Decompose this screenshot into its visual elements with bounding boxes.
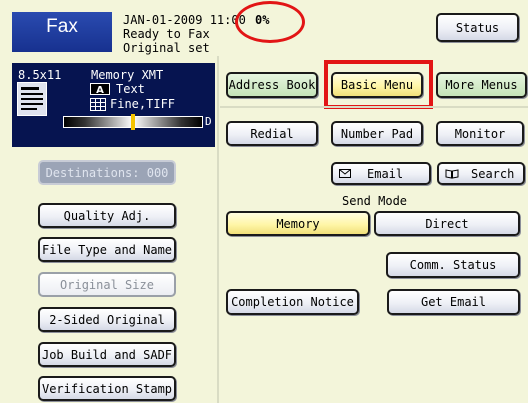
- envelope-icon: [339, 169, 351, 178]
- send-mode-direct-button[interactable]: Direct: [374, 211, 520, 236]
- svg-text:A: A: [96, 85, 104, 94]
- search-button[interactable]: Search: [437, 162, 525, 185]
- basic-menu-highlight-box: [324, 60, 433, 109]
- quality-adj-button[interactable]: Quality Adj.: [38, 203, 176, 228]
- comm-status-button[interactable]: Comm. Status: [386, 252, 520, 278]
- contrast-marker: [131, 114, 135, 130]
- panel-divider: [217, 56, 219, 403]
- two-sided-original-button[interactable]: 2-Sided Original: [38, 307, 176, 332]
- verification-stamp-button[interactable]: Verification Stamp: [38, 376, 176, 401]
- email-button[interactable]: Email: [331, 162, 431, 185]
- resolution: Fine,TIFF: [110, 97, 176, 111]
- completion-notice-button[interactable]: Completion Notice: [226, 289, 359, 315]
- fax-screen: Fax JAN-01-2009 11:00 0% Ready to Fax Or…: [0, 0, 528, 403]
- status-button[interactable]: Status: [436, 13, 519, 42]
- tab-address-book[interactable]: Address Book: [226, 72, 318, 98]
- paper-size: 8.5x11: [18, 68, 62, 82]
- memory-mode: Memory XMT: [91, 68, 164, 82]
- status-line-ready: Ready to Fax: [123, 27, 210, 41]
- date-time: JAN-01-2009 11:00: [123, 13, 246, 27]
- text-mode-icon: A: [90, 83, 110, 95]
- resolution-grid-icon: [90, 98, 106, 111]
- get-email-button[interactable]: Get Email: [387, 289, 520, 315]
- destinations-button[interactable]: Destinations: 000: [38, 160, 176, 185]
- status-line-original: Original set: [123, 41, 210, 55]
- original-size-button: Original Size: [38, 272, 176, 297]
- file-type-button[interactable]: File Type and Name: [38, 237, 176, 262]
- contrast-dark-label: D: [205, 115, 212, 128]
- search-label: Search: [471, 166, 515, 181]
- tab-content-border: [220, 106, 528, 108]
- job-build-button[interactable]: Job Build and SADF: [38, 342, 176, 367]
- tab-more-menus[interactable]: More Menus: [436, 72, 527, 98]
- monitor-button[interactable]: Monitor: [436, 121, 524, 146]
- redial-button[interactable]: Redial: [226, 121, 318, 146]
- document-icon: [17, 82, 47, 116]
- app-title: Fax: [46, 16, 78, 37]
- text-mode: Text: [116, 82, 145, 96]
- book-icon: [445, 168, 459, 179]
- send-mode-label: Send Mode: [342, 194, 408, 208]
- percent-highlight-ellipse: [235, 1, 305, 43]
- send-mode-memory-button[interactable]: Memory: [226, 211, 370, 236]
- number-pad-button[interactable]: Number Pad: [331, 121, 423, 146]
- email-label: Email: [367, 166, 404, 181]
